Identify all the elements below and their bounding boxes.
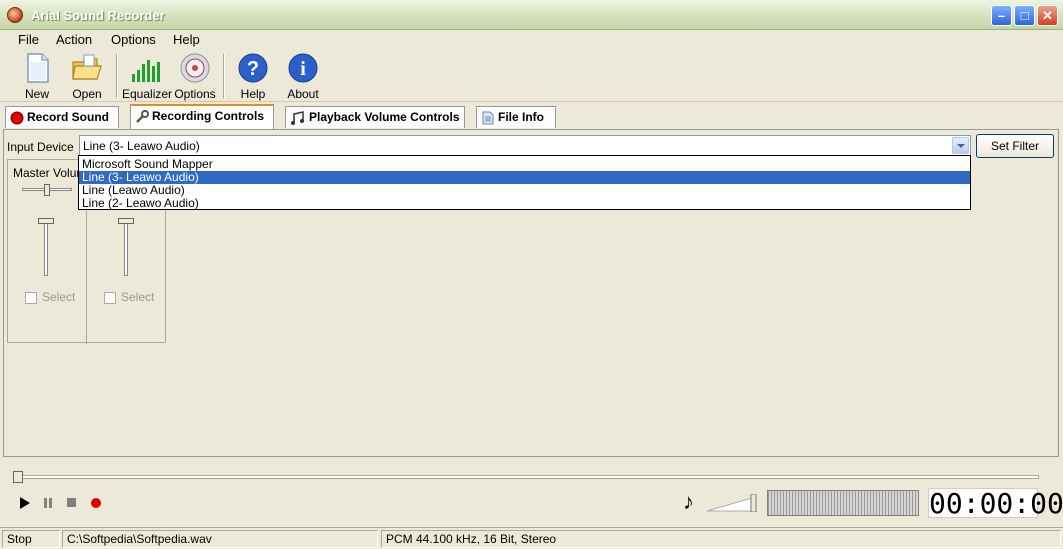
window-title: Arial Sound Recorder: [31, 8, 165, 23]
tab-record-sound-label: Record Sound: [27, 110, 110, 124]
options-label: Options: [174, 87, 216, 101]
balance-thumb[interactable]: [44, 184, 50, 196]
menu-action[interactable]: Action: [56, 32, 92, 47]
input-device-label: Input Device: [7, 140, 74, 154]
time-display: 00:00:00: [928, 487, 1063, 520]
tab-recording-controls-label: Recording Controls: [152, 109, 265, 123]
minimize-button[interactable]: –: [991, 5, 1012, 26]
checkbox-box[interactable]: [25, 291, 37, 304]
tab-playback-volume[interactable]: Playback Volume Controls: [285, 106, 465, 128]
status-state: Stop: [2, 530, 60, 548]
about-button[interactable]: i About: [280, 52, 326, 102]
dropdown-option[interactable]: Line (2- Leawo Audio): [79, 197, 970, 210]
close-button[interactable]: ✕: [1037, 5, 1058, 26]
music-note-icon: [291, 110, 304, 125]
checkbox-box[interactable]: [104, 291, 116, 304]
menu-bar: File Action Options Help: [0, 30, 1063, 50]
volume-thumb-1[interactable]: [38, 218, 54, 224]
help-label: Help: [240, 87, 266, 101]
pause-icon[interactable]: [40, 495, 56, 511]
dropdown-option-selected[interactable]: Line (3- Leawo Audio): [79, 171, 970, 184]
input-device-value: Line (3- Leawo Audio): [83, 139, 200, 153]
svg-text:?: ?: [247, 58, 259, 80]
new-label: New: [24, 87, 49, 101]
dropdown-option[interactable]: Line (Leawo Audio): [79, 184, 970, 197]
set-filter-button[interactable]: Set Filter: [976, 134, 1054, 158]
toolbar-separator: [223, 54, 225, 98]
new-button[interactable]: New: [14, 52, 60, 102]
equalizer-icon: [132, 60, 160, 82]
status-file: C:\Softpedia\Softpedia.wav: [62, 530, 378, 548]
options-disc-icon: [180, 53, 210, 83]
equalizer-button[interactable]: Equalizer: [122, 52, 173, 102]
toolbar: New Open Equalizer Options ? Help i Abou…: [0, 50, 1063, 102]
record-icon[interactable]: [88, 495, 104, 511]
balance-slider[interactable]: [22, 184, 72, 198]
dropdown-option[interactable]: Microsoft Sound Mapper: [79, 158, 970, 171]
tab-record-sound[interactable]: Record Sound: [5, 106, 119, 128]
select-checkbox-2[interactable]: Select: [104, 290, 154, 304]
wrench-icon: [136, 109, 149, 123]
volume-track-2: [124, 220, 128, 276]
about-info-icon: i: [288, 53, 318, 83]
select-label-1: Select: [42, 290, 76, 304]
chevron-down-icon[interactable]: [952, 137, 969, 154]
tab-playback-volume-label: Playback Volume Controls: [309, 110, 460, 124]
volume-slider-2[interactable]: [114, 218, 138, 278]
play-icon[interactable]: [16, 495, 32, 511]
open-folder-icon: [72, 54, 102, 80]
select-checkbox-1[interactable]: Select: [25, 290, 75, 304]
svg-text:i: i: [300, 58, 306, 80]
input-device-select[interactable]: Line (3- Leawo Audio): [79, 135, 971, 156]
music-note-icon: ♪: [683, 489, 694, 514]
seek-track: [13, 475, 1039, 479]
toolbar-separator: [116, 54, 118, 98]
seek-bar[interactable]: [13, 471, 1039, 483]
tab-file-info[interactable]: File Info: [476, 106, 556, 128]
menu-options[interactable]: Options: [111, 32, 156, 47]
menu-file[interactable]: File: [18, 32, 39, 47]
select-label-2: Select: [121, 290, 155, 304]
open-button[interactable]: Open: [64, 52, 110, 102]
menu-help[interactable]: Help: [173, 32, 200, 47]
app-icon: [7, 7, 23, 23]
options-button[interactable]: Options: [172, 52, 218, 102]
title-bar: Arial Sound Recorder – □ ✕: [0, 0, 1063, 30]
status-bar: Stop C:\Softpedia\Softpedia.wav PCM 44.1…: [0, 527, 1063, 549]
volume-slider[interactable]: [707, 494, 757, 512]
tab-recording-controls[interactable]: Recording Controls: [130, 104, 274, 130]
volume-slider-1[interactable]: [34, 218, 58, 278]
about-label: About: [287, 87, 319, 101]
status-format: PCM 44.100 kHz, 16 Bit, Stereo: [381, 530, 1061, 548]
volume-track-1: [44, 220, 48, 276]
seek-thumb[interactable]: [13, 471, 23, 483]
volume-thumb-2[interactable]: [118, 218, 134, 224]
help-button[interactable]: ? Help: [230, 52, 276, 102]
record-icon: [10, 111, 24, 125]
maximize-button[interactable]: □: [1014, 5, 1035, 26]
file-info-icon: [482, 111, 494, 125]
level-meter: [767, 490, 919, 516]
open-label: Open: [72, 87, 102, 101]
input-device-dropdown-list: Microsoft Sound Mapper Line (3- Leawo Au…: [78, 155, 971, 210]
help-icon: ?: [238, 53, 268, 83]
equalizer-label: Equalizer: [122, 87, 173, 101]
tab-strip: Record Sound Recording Controls Playback…: [0, 104, 1063, 130]
new-file-icon: [27, 53, 49, 83]
stop-icon[interactable]: [64, 495, 80, 511]
tab-file-info-label: File Info: [498, 110, 544, 124]
transport-bar: ♪ 00:00:00: [10, 487, 1063, 520]
